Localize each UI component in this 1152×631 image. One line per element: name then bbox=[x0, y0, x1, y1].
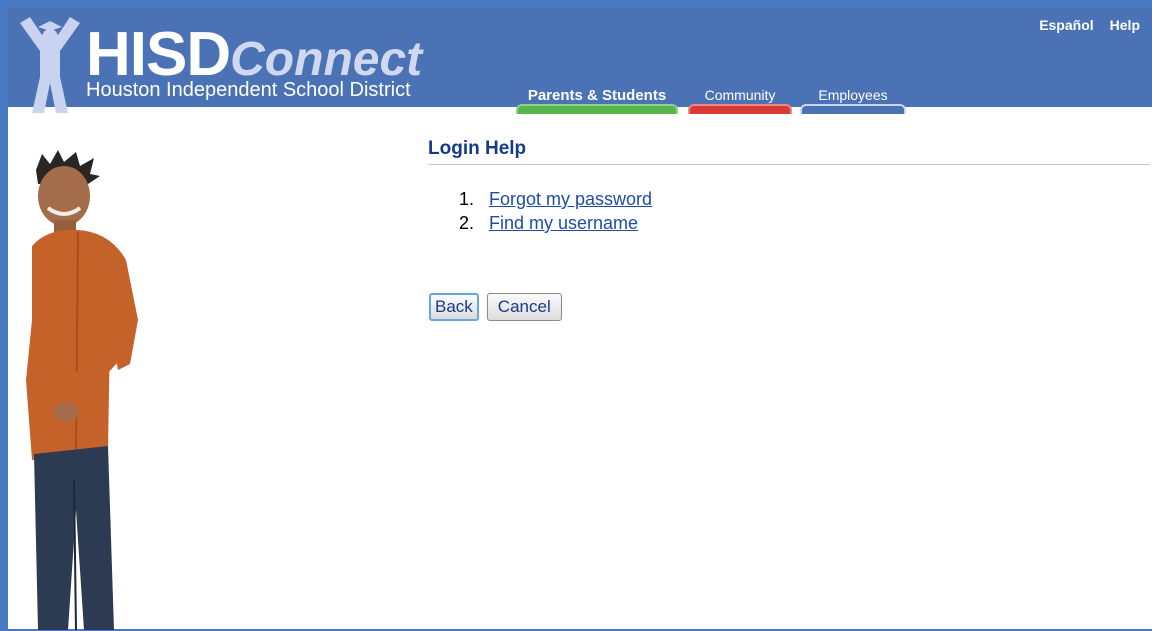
graduate-figure-logo bbox=[20, 17, 80, 113]
tab-indicator bbox=[800, 104, 906, 114]
header: HISDConnect Houston Independent School D… bbox=[8, 7, 1152, 114]
list-item: 1. Forgot my password bbox=[428, 187, 1150, 211]
help-link[interactable]: Help bbox=[1110, 17, 1140, 33]
district-subtitle: Houston Independent School District bbox=[86, 79, 411, 101]
login-help-panel: Login Help 1. Forgot my password 2. Find… bbox=[428, 138, 1150, 235]
tab-label: Parents & Students bbox=[527, 87, 667, 104]
espanol-link[interactable]: Español bbox=[1039, 17, 1093, 33]
cancel-button[interactable]: Cancel bbox=[486, 293, 562, 321]
tab-indicator bbox=[516, 104, 678, 114]
form-actions: Back Cancel bbox=[429, 293, 562, 321]
tab-parents-students[interactable]: Parents & Students bbox=[516, 81, 678, 114]
find-username-link[interactable]: Find my username bbox=[489, 211, 638, 235]
back-button[interactable]: Back bbox=[429, 293, 479, 321]
utility-links: Español Help bbox=[1039, 17, 1140, 33]
list-number: 2. bbox=[458, 213, 474, 233]
student-photo bbox=[26, 150, 138, 630]
tab-indicator bbox=[688, 104, 792, 114]
tab-employees[interactable]: Employees bbox=[800, 81, 906, 114]
forgot-password-link[interactable]: Forgot my password bbox=[489, 187, 652, 211]
list-item: 2. Find my username bbox=[428, 211, 1150, 235]
tab-label: Employees bbox=[818, 87, 888, 103]
tab-label: Community bbox=[704, 87, 776, 103]
list-number: 1. bbox=[458, 189, 474, 209]
page-title: Login Help bbox=[428, 138, 1150, 165]
tab-community[interactable]: Community bbox=[688, 81, 792, 114]
help-options-list: 1. Forgot my password 2. Find my usernam… bbox=[428, 187, 1150, 235]
